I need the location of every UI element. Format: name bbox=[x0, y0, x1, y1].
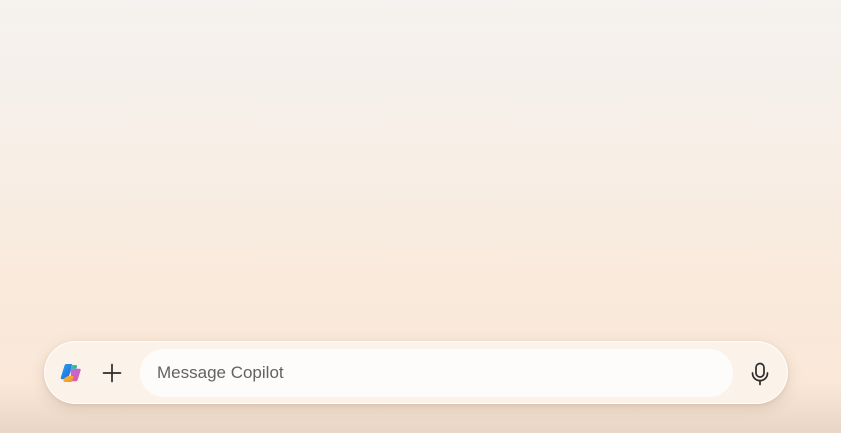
message-composer bbox=[44, 341, 788, 404]
add-button[interactable] bbox=[99, 360, 125, 386]
message-input[interactable] bbox=[140, 349, 733, 397]
copilot-logo-icon bbox=[60, 364, 81, 382]
microphone-icon bbox=[751, 362, 769, 386]
microphone-button[interactable] bbox=[747, 360, 773, 388]
copilot-button[interactable] bbox=[58, 361, 84, 387]
plus-icon bbox=[102, 363, 122, 383]
